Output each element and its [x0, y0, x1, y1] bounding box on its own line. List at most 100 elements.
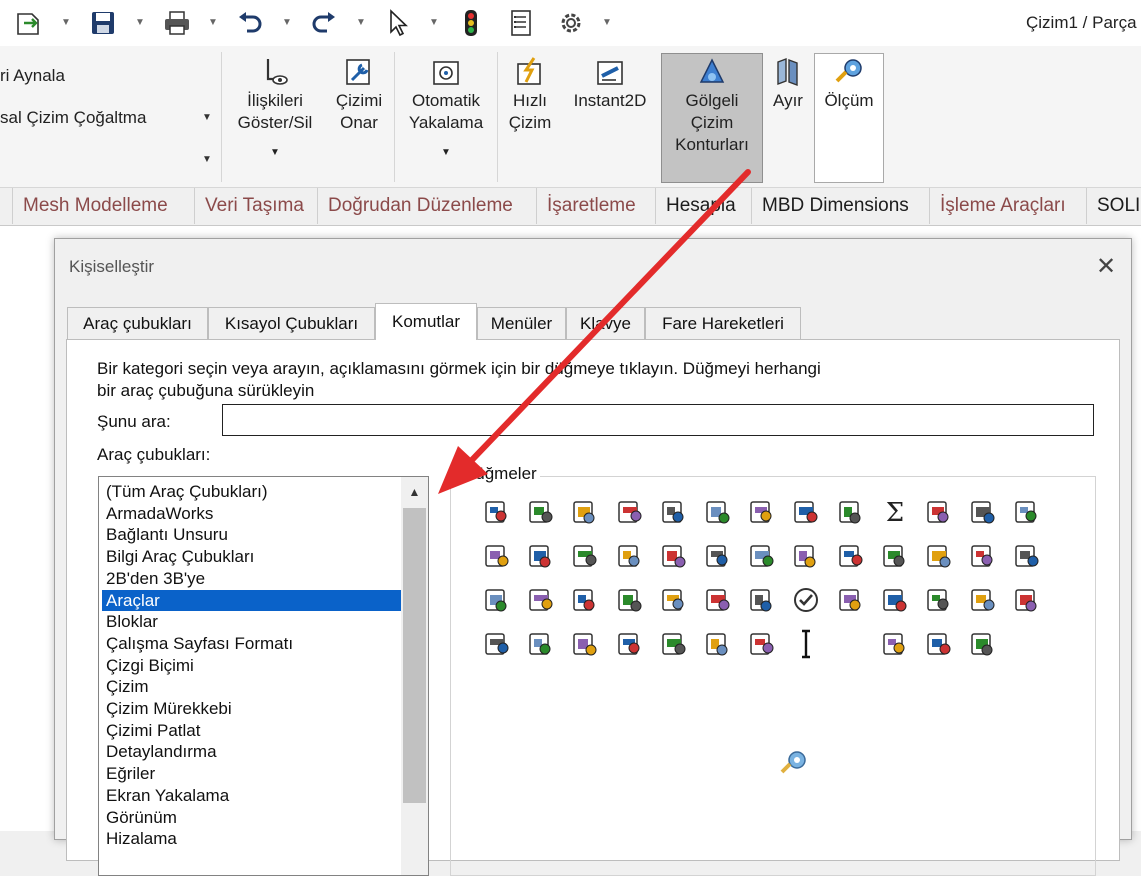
instant2d-button[interactable]: Instant2D: [564, 54, 656, 112]
table-delete-icon[interactable]: [1007, 492, 1047, 532]
file-properties-icon[interactable]: [504, 7, 538, 39]
autosnap-button[interactable]: Otomatik Yakalama ▼: [401, 54, 491, 164]
list-icon[interactable]: [1007, 536, 1047, 576]
list-item[interactable]: ArmadaWorks: [102, 503, 401, 524]
interference-icon[interactable]: [919, 492, 959, 532]
aec-icon[interactable]: [521, 624, 561, 664]
list-item[interactable]: Çalışma Sayfası Formatı: [102, 633, 401, 654]
undo-icon[interactable]: [233, 7, 267, 39]
color-squares-icon[interactable]: [831, 580, 871, 620]
tab-markup[interactable]: İşaretleme: [537, 188, 656, 224]
gate-icon[interactable]: [610, 624, 650, 664]
rainbow-icon[interactable]: [742, 580, 782, 620]
chevron-down-icon[interactable]: ▼: [270, 142, 280, 164]
circle-check-icon[interactable]: [786, 580, 826, 620]
user-check-icon[interactable]: [565, 580, 605, 620]
chevron-down-icon[interactable]: ▼: [441, 142, 451, 164]
list-item[interactable]: Çizimi Patlat: [102, 720, 401, 741]
tab-mesh-modeling[interactable]: Mesh Modelleme: [13, 188, 195, 224]
chevron-down-icon[interactable]: ▼: [134, 14, 146, 30]
spell-check-icon[interactable]: [477, 492, 517, 532]
list-item[interactable]: (Tüm Araç Çubukları): [102, 481, 401, 502]
scrollbar[interactable]: ▲: [401, 477, 428, 875]
split-button[interactable]: Ayır: [766, 54, 810, 112]
magnet-icon[interactable]: [654, 624, 694, 664]
stamp-icon[interactable]: [963, 624, 1003, 664]
chevron-down-icon[interactable]: ▼: [60, 14, 72, 30]
select-icon[interactable]: [381, 7, 415, 39]
list-item[interactable]: Ekran Yakalama: [102, 785, 401, 806]
close-icon[interactable]: ✕: [1093, 253, 1119, 280]
tab-mouse-gestures[interactable]: Fare Hareketleri: [645, 307, 801, 339]
tab-toolbars[interactable]: Araç çubukları: [67, 307, 208, 339]
cloud-icon[interactable]: [698, 624, 738, 664]
brush-icon[interactable]: [919, 536, 959, 576]
clock-icon[interactable]: [831, 492, 871, 532]
list-item[interactable]: Araçlar: [102, 589, 401, 611]
chevron-down-icon[interactable]: ▼: [281, 14, 293, 30]
list-item[interactable]: Bağlantı Unsuru: [102, 524, 401, 545]
list-item[interactable]: Bloklar: [102, 611, 401, 632]
cursor-beam-icon[interactable]: [786, 624, 826, 664]
relations-button[interactable]: İlişkileri Göster/Sil ▼: [229, 54, 321, 164]
mirror-entities-button[interactable]: ri Aynala: [0, 66, 65, 86]
doc-list-icon[interactable]: [521, 536, 561, 576]
blank-icon[interactable]: [831, 624, 871, 664]
quick-sketch-button[interactable]: Hızlı Çizim: [503, 54, 557, 134]
return-icon[interactable]: [698, 492, 738, 532]
doc-check-icon[interactable]: [521, 580, 561, 620]
toolbar-category-list[interactable]: (Tüm Araç Çubukları) ArmadaWorks Bağlantı …: [98, 476, 429, 876]
parts-icon[interactable]: [963, 492, 1003, 532]
gauge-icon[interactable]: [654, 580, 694, 620]
list-item[interactable]: Çizim Mürekkebi: [102, 698, 401, 719]
redo-icon[interactable]: [307, 7, 341, 39]
symmetry-icon[interactable]: [742, 536, 782, 576]
chevron-down-icon[interactable]: ▼: [207, 14, 219, 30]
chevron-down-icon[interactable]: ▼: [355, 14, 367, 30]
search-parts-icon[interactable]: [831, 536, 871, 576]
repair-sketch-button[interactable]: Çizimi Onar: [330, 54, 388, 134]
list-item[interactable]: Görünüm: [102, 807, 401, 828]
save-icon[interactable]: [86, 7, 120, 39]
cylinders-icon[interactable]: [919, 580, 959, 620]
tab-solid[interactable]: SOLID: [1087, 188, 1141, 224]
measure-button[interactable]: Ölçüm: [814, 53, 884, 183]
print-icon[interactable]: [160, 7, 194, 39]
scroll-thumb[interactable]: [403, 508, 426, 803]
tab-keyboard[interactable]: Klavye: [566, 307, 645, 339]
box-hand-icon[interactable]: [477, 624, 517, 664]
list-item[interactable]: Detaylandırma: [102, 741, 401, 762]
scroll-up-icon[interactable]: ▲: [401, 480, 428, 504]
doc-settings-icon[interactable]: [610, 580, 650, 620]
exit-block-icon[interactable]: [742, 624, 782, 664]
tab-direct-editing[interactable]: Doğrudan Düzenleme: [318, 188, 537, 224]
tab-partial[interactable]: [0, 188, 13, 224]
new-doc-icon[interactable]: [12, 7, 46, 39]
search-input[interactable]: [222, 404, 1094, 436]
target-icon[interactable]: [565, 624, 605, 664]
list-item[interactable]: Hizalama: [102, 828, 401, 849]
parts-question-icon[interactable]: [610, 536, 650, 576]
list-item[interactable]: Çizgi Biçimi: [102, 655, 401, 676]
hands-icon[interactable]: [698, 580, 738, 620]
parts-help-icon[interactable]: [565, 536, 605, 576]
find-replace-icon[interactable]: [786, 536, 826, 576]
chevron-down-icon[interactable]: ▼: [428, 14, 440, 30]
mesh-icon[interactable]: [875, 580, 915, 620]
tab-commands[interactable]: Komutlar: [375, 303, 477, 340]
keys-icon[interactable]: [565, 492, 605, 532]
tab-mbd-dimensions[interactable]: MBD Dimensions: [752, 188, 930, 224]
pointer-icon[interactable]: [963, 536, 1003, 576]
shaded-contours-button[interactable]: Gölgeli Çizim Konturları: [661, 53, 763, 183]
database-icon[interactable]: [875, 536, 915, 576]
pencil-icon[interactable]: [875, 624, 915, 664]
tab-menus[interactable]: Menüler: [477, 307, 566, 339]
cycle-icon[interactable]: [963, 580, 1003, 620]
components-icon[interactable]: [1007, 580, 1047, 620]
chevron-down-icon[interactable]: ▼: [202, 112, 212, 123]
traffic-light-icon[interactable]: [454, 7, 488, 39]
sum-icon[interactable]: Σ: [875, 492, 915, 532]
linear-pattern-button[interactable]: sal Çizim Çoğaltma: [0, 108, 146, 128]
chevron-down-icon[interactable]: ▼: [202, 154, 212, 165]
compress-icon[interactable]: [698, 536, 738, 576]
